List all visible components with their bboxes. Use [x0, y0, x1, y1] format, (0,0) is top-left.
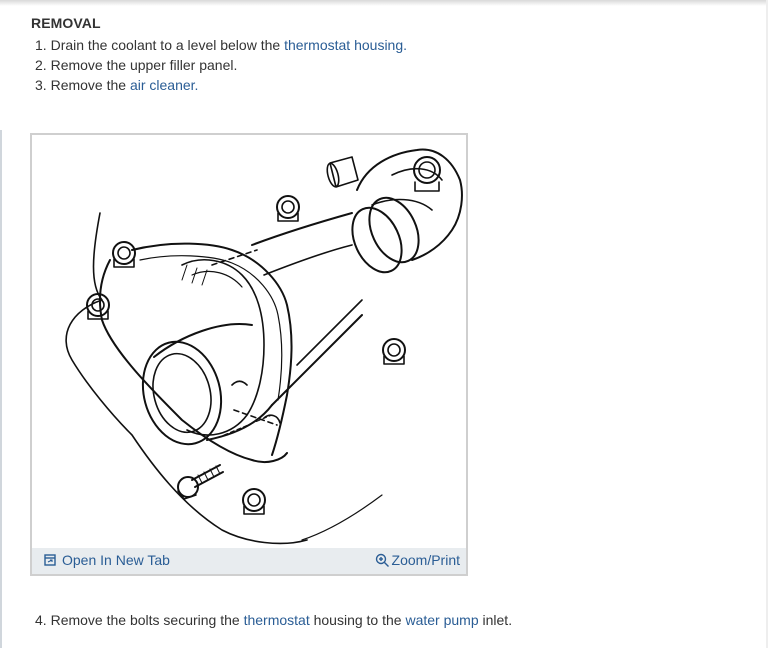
bolt-right — [382, 338, 406, 365]
thermostat-housing-link[interactable]: thermostat housing. — [284, 37, 407, 53]
section-title: REMOVAL — [31, 15, 101, 31]
zoom-print-button[interactable]: Zoom/Print — [375, 552, 460, 568]
zoom-print-label: Zoom/Print — [391, 552, 460, 568]
bolt-upper-left — [112, 241, 136, 268]
removal-steps: 1. Drain the coolant to a level below th… — [35, 35, 407, 95]
water-pump-link[interactable]: water pump — [405, 612, 478, 628]
thermostat-link[interactable]: thermostat — [244, 612, 310, 628]
open-in-new-tab-icon — [44, 554, 56, 566]
step-4-text-start: Remove the bolts securing the — [50, 612, 240, 628]
thermostat-housing-figure: Open In New Tab Zoom/Print — [30, 133, 468, 576]
step-1-text: Drain the coolant to a level below the — [50, 37, 281, 53]
step-4-number: 4. — [35, 612, 47, 628]
step-4: 4. Remove the bolts securing the thermos… — [35, 612, 512, 628]
step-1-number: 1. — [35, 37, 47, 53]
open-in-new-tab-button[interactable]: Open In New Tab — [44, 552, 170, 568]
figure-toolbar: Open In New Tab Zoom/Print — [32, 548, 466, 574]
loose-bolt — [177, 464, 224, 500]
step-3-number: 3. — [35, 77, 47, 93]
top-shadow — [0, 0, 768, 6]
air-cleaner-link[interactable]: air cleaner. — [130, 77, 198, 93]
step-4-text-middle: housing to the — [313, 612, 402, 628]
thermostat-housing-diagram[interactable] — [32, 135, 466, 548]
step-2-text: Remove the upper filler panel. — [50, 57, 238, 73]
left-edge — [0, 130, 2, 648]
step-1: 1. Drain the coolant to a level below th… — [35, 35, 407, 55]
step-3: 3. Remove the air cleaner. — [35, 75, 407, 95]
step-2-number: 2. — [35, 57, 47, 73]
bolt-left — [86, 293, 110, 320]
open-in-new-tab-label: Open In New Tab — [62, 552, 170, 568]
zoom-in-icon — [375, 553, 389, 567]
step-4-text-end: inlet. — [482, 612, 513, 628]
step-2: 2. Remove the upper filler panel. — [35, 55, 407, 75]
bolt-top — [276, 195, 300, 222]
step-3-text: Remove the — [50, 77, 127, 93]
bolt-bottom — [242, 488, 266, 515]
